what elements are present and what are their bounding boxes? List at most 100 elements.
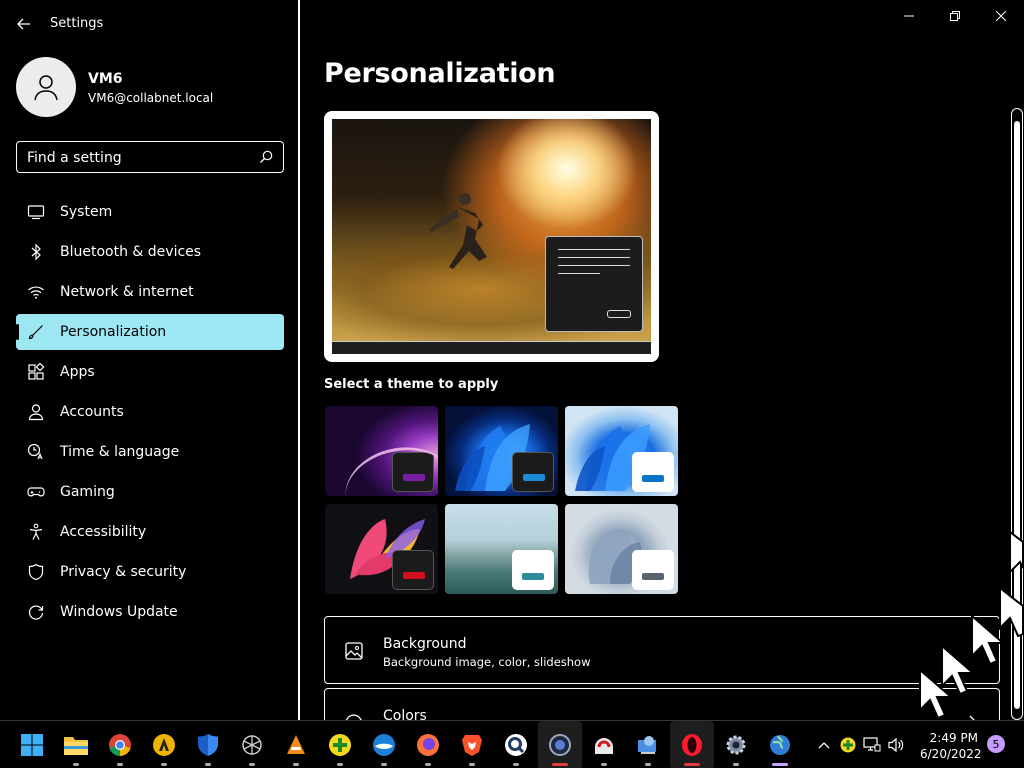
sidebar-item-label: Apps xyxy=(60,364,95,380)
title-bar: Settings xyxy=(0,0,298,48)
avatar xyxy=(16,57,76,117)
taskbar-plus-app[interactable] xyxy=(318,721,362,768)
taskbar-apps xyxy=(10,721,802,768)
theme-accent-bar xyxy=(403,572,425,579)
running-indicator xyxy=(425,763,431,766)
show-hidden-icons-button[interactable] xyxy=(812,721,836,768)
taskbar-file-explorer[interactable] xyxy=(54,721,98,768)
theme-chip xyxy=(632,452,674,492)
sidebar-item-personalization[interactable]: Personalization xyxy=(16,314,284,350)
mouse-cursor-icon xyxy=(941,644,974,696)
theme-windows-dark[interactable] xyxy=(445,406,558,496)
sidebar-item-time-language[interactable]: Time & language xyxy=(16,434,284,470)
search-box[interactable]: Find a setting xyxy=(16,141,284,173)
taskbar-avira[interactable] xyxy=(142,721,186,768)
tray-volume[interactable] xyxy=(884,721,908,768)
sidebar-item-label: Accessibility xyxy=(60,524,147,540)
accessibility-icon xyxy=(27,523,45,541)
back-button[interactable] xyxy=(10,10,38,38)
theme-captured-motion[interactable] xyxy=(325,504,438,594)
taskbar-thunderbird[interactable] xyxy=(362,721,406,768)
sidebar-item-bluetooth[interactable]: Bluetooth & devices xyxy=(16,234,284,270)
close-button[interactable] xyxy=(978,0,1024,32)
taskbar-defender[interactable] xyxy=(186,721,230,768)
search-input[interactable]: Find a setting xyxy=(27,150,122,166)
brush-icon xyxy=(27,323,45,341)
avira-icon xyxy=(153,734,175,756)
theme-glow[interactable] xyxy=(325,406,438,496)
taskbar-remote-desktop[interactable] xyxy=(626,721,670,768)
sidebar-item-accounts[interactable]: Accounts xyxy=(16,394,284,430)
tray-network[interactable] xyxy=(860,721,884,768)
sidebar-item-label: Windows Update xyxy=(60,604,178,620)
q-app-icon xyxy=(505,734,527,756)
sidebar-item-label: Personalization xyxy=(60,324,167,340)
sidebar-item-network[interactable]: Network & internet xyxy=(16,274,284,310)
sidebar-item-privacy[interactable]: Privacy & security xyxy=(16,554,284,590)
theme-chip xyxy=(512,452,554,492)
taskbar: 2:49 PM 6/20/2022 xyxy=(0,720,1024,768)
update-icon xyxy=(27,603,45,621)
sidebar-item-gaming[interactable]: Gaming xyxy=(16,474,284,510)
theme-accent-bar xyxy=(403,474,425,481)
preview-button xyxy=(607,310,631,318)
preview-line xyxy=(558,257,630,258)
theme-flow[interactable] xyxy=(565,504,678,594)
sidebar-nav: System Bluetooth & devices Network & int… xyxy=(16,194,284,634)
taskbar-scanner-app[interactable] xyxy=(582,721,626,768)
theme-chip xyxy=(632,550,674,590)
desktop-preview xyxy=(332,119,651,354)
sidebar-item-windows-update[interactable]: Windows Update xyxy=(16,594,284,630)
start-button[interactable] xyxy=(10,721,54,768)
notification-badge[interactable]: 5 xyxy=(987,735,1005,753)
preview-taskbar xyxy=(332,341,651,354)
tray-plus-app[interactable] xyxy=(836,721,860,768)
taskbar-brave[interactable] xyxy=(450,721,494,768)
sidebar-item-accessibility[interactable]: Accessibility xyxy=(16,514,284,550)
preview-line xyxy=(558,273,600,274)
restore-button[interactable] xyxy=(932,0,978,32)
preview-line xyxy=(558,265,630,266)
sidebar-item-label: Network & internet xyxy=(60,284,194,300)
card-title: Background xyxy=(383,636,467,652)
theme-windows-light[interactable] xyxy=(565,406,678,496)
bluetooth-icon xyxy=(27,243,45,261)
speaker-icon xyxy=(888,737,904,753)
theme-sunrise[interactable] xyxy=(445,504,558,594)
sidebar-item-label: Privacy & security xyxy=(60,564,187,580)
chevron-up-icon xyxy=(818,742,830,749)
pane-divider xyxy=(298,0,300,720)
running-indicator xyxy=(469,763,475,766)
apps-icon xyxy=(27,363,45,381)
taskbar-q-app[interactable] xyxy=(494,721,538,768)
running-indicator xyxy=(733,763,739,766)
scanner-app-icon xyxy=(595,738,613,754)
user-profile[interactable]: VM6 VM6@collabnet.local xyxy=(16,57,286,117)
sidebar-item-system[interactable]: System xyxy=(16,194,284,230)
monitor-icon xyxy=(27,203,45,221)
running-indicator xyxy=(772,763,788,766)
background-settings-card[interactable]: Background Background image, color, slid… xyxy=(324,616,1000,684)
taskbar-globe-app[interactable] xyxy=(758,721,802,768)
minimize-button[interactable] xyxy=(886,0,932,32)
taskbar-network-tool[interactable] xyxy=(230,721,274,768)
sidebar-item-apps[interactable]: Apps xyxy=(16,354,284,390)
taskbar-chrome[interactable] xyxy=(98,721,142,768)
search-icon[interactable] xyxy=(259,150,273,164)
preview-line xyxy=(558,249,630,250)
taskbar-firefox[interactable] xyxy=(406,721,450,768)
card-subtitle: Background image, color, slideshow xyxy=(383,655,591,669)
running-indicator xyxy=(161,763,167,766)
close-icon xyxy=(996,11,1006,21)
theme-accent-bar xyxy=(642,573,664,580)
taskbar-camera-app[interactable] xyxy=(538,721,582,768)
taskbar-opera[interactable] xyxy=(670,721,714,768)
taskbar-settings[interactable] xyxy=(714,721,758,768)
preview-window xyxy=(545,236,643,332)
restore-icon xyxy=(950,11,960,21)
mouse-cursor-icon xyxy=(999,586,1024,638)
clock[interactable]: 2:49 PM 6/20/2022 xyxy=(920,730,982,762)
themes-heading: Select a theme to apply xyxy=(324,377,499,392)
theme-chip xyxy=(392,550,434,590)
taskbar-vlc[interactable] xyxy=(274,721,318,768)
